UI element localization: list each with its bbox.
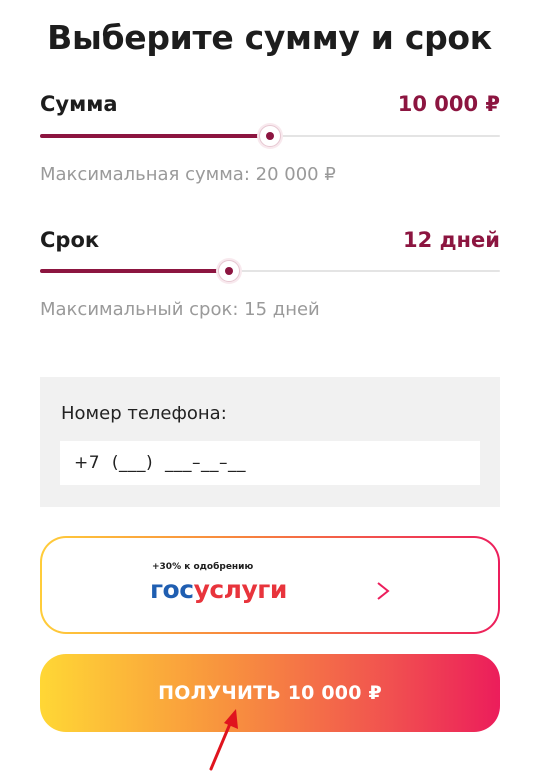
term-slider[interactable] xyxy=(40,259,500,283)
amount-header: Сумма 10 000 ₽ xyxy=(40,92,500,116)
amount-slider-fill xyxy=(40,134,270,138)
gosuslugi-button[interactable]: +30% к одобрению госуслуги xyxy=(40,536,500,634)
term-header: Срок 12 дней xyxy=(40,228,500,252)
gosuslugi-logo-part2: услуги xyxy=(193,575,288,604)
term-value: 12 дней xyxy=(403,228,500,252)
amount-slider[interactable] xyxy=(40,124,500,148)
gosuslugi-button-inner[interactable]: +30% к одобрению госуслуги xyxy=(42,538,498,632)
term-hint: Максимальный срок: 15 дней xyxy=(40,299,320,320)
amount-slider-thumb[interactable] xyxy=(259,125,281,147)
arrow-right-icon xyxy=(318,582,390,600)
term-slider-thumb[interactable] xyxy=(218,260,240,282)
gosuslugi-note: +30% к одобрению xyxy=(152,562,254,572)
phone-input[interactable] xyxy=(60,441,480,485)
amount-hint: Максимальная сумма: 20 000 ₽ xyxy=(40,164,336,185)
term-slider-fill xyxy=(40,269,229,273)
gosuslugi-logo-part1: гос xyxy=(150,575,194,604)
amount-label: Сумма xyxy=(40,92,118,116)
phone-panel: Номер телефона: xyxy=(40,377,500,507)
page-title: Выберите сумму и срок xyxy=(47,18,492,57)
get-loan-button[interactable]: ПОЛУЧИТЬ 10 000 ₽ xyxy=(40,654,500,732)
amount-value: 10 000 ₽ xyxy=(397,92,500,116)
gosuslugi-logo: госуслуги xyxy=(150,575,287,604)
pointer-arrow-icon xyxy=(209,709,238,771)
term-label: Срок xyxy=(40,228,100,252)
phone-label: Номер телефона: xyxy=(61,403,227,424)
